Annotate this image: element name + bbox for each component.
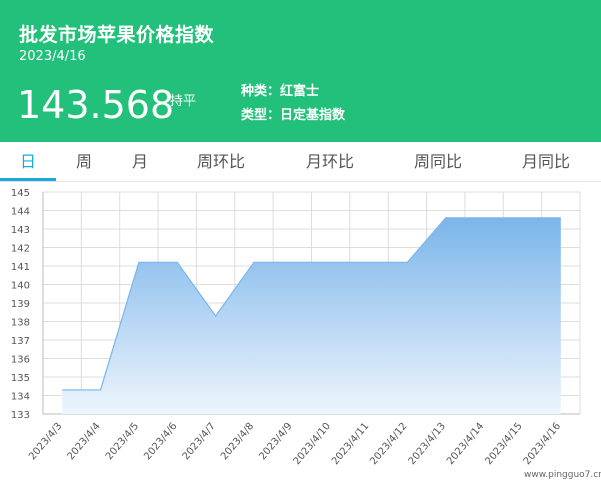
y-tick-label: 144 [11,207,30,218]
trend-label: 持平 [170,94,197,109]
tab-month-on-month[interactable]: 月环比 [295,142,365,182]
x-tick-label: 2023/4/14 [445,421,486,467]
x-tick-label: 2023/4/16 [522,421,563,467]
x-tick-label: 2023/4/3 [27,421,64,462]
y-tick-label: 145 [11,188,30,199]
y-tick-label: 134 [11,392,30,403]
y-tick-label: 138 [11,318,30,329]
x-tick-label: 2023/4/11 [330,421,371,467]
active-tab-indicator [0,178,56,181]
y-tick-label: 141 [11,262,30,273]
x-tick-label: 2023/4/10 [292,421,333,467]
variety-label: 种类：红富士 [241,84,320,99]
tab-week[interactable]: 周 [64,142,104,182]
x-tick-label: 2023/4/5 [104,421,141,462]
tab-month-year-on-year[interactable]: 月同比 [511,142,581,182]
y-tick-label: 136 [11,355,30,366]
y-tick-label: 142 [11,244,30,255]
x-tick-label: 2023/4/7 [181,421,218,462]
y-tick-label: 137 [11,336,30,347]
price-value: 143.568 [17,83,175,127]
index-type-label: 类型：日定基指数 [241,108,346,123]
tab-bar: 日 周 月 周环比 月环比 周同比 月同比 [0,142,601,182]
tab-month[interactable]: 月 [120,142,160,182]
y-tick-label: 135 [11,373,30,384]
x-tick-label: 2023/4/6 [142,421,179,462]
y-tick-label: 139 [11,299,30,310]
y-tick-label: 143 [11,225,30,236]
tab-week-year-on-year[interactable]: 周同比 [403,142,473,182]
x-tick-label: 2023/4/9 [257,421,294,462]
header-panel: 批发市场苹果价格指数 2023/4/16 143.568 持平 种类：红富士 类… [0,0,601,142]
price-index-chart: 133134135136137138139140141142143144145 … [11,188,581,467]
x-tick-label: 2023/4/12 [368,421,409,467]
x-tick-label: 2023/4/8 [219,421,256,462]
page-title: 批发市场苹果价格指数 [19,24,215,46]
tab-day[interactable]: 日 [0,142,56,182]
y-tick-label: 133 [11,410,30,421]
watermark: www.pingguo7.cn [524,470,601,480]
x-tick-label: 2023/4/15 [483,421,524,467]
x-tick-label: 2023/4/13 [407,421,448,467]
x-tick-label: 2023/4/4 [66,421,103,462]
y-tick-label: 140 [11,281,30,292]
tab-week-on-week[interactable]: 周环比 [186,142,256,182]
date-label: 2023/4/16 [19,49,86,64]
